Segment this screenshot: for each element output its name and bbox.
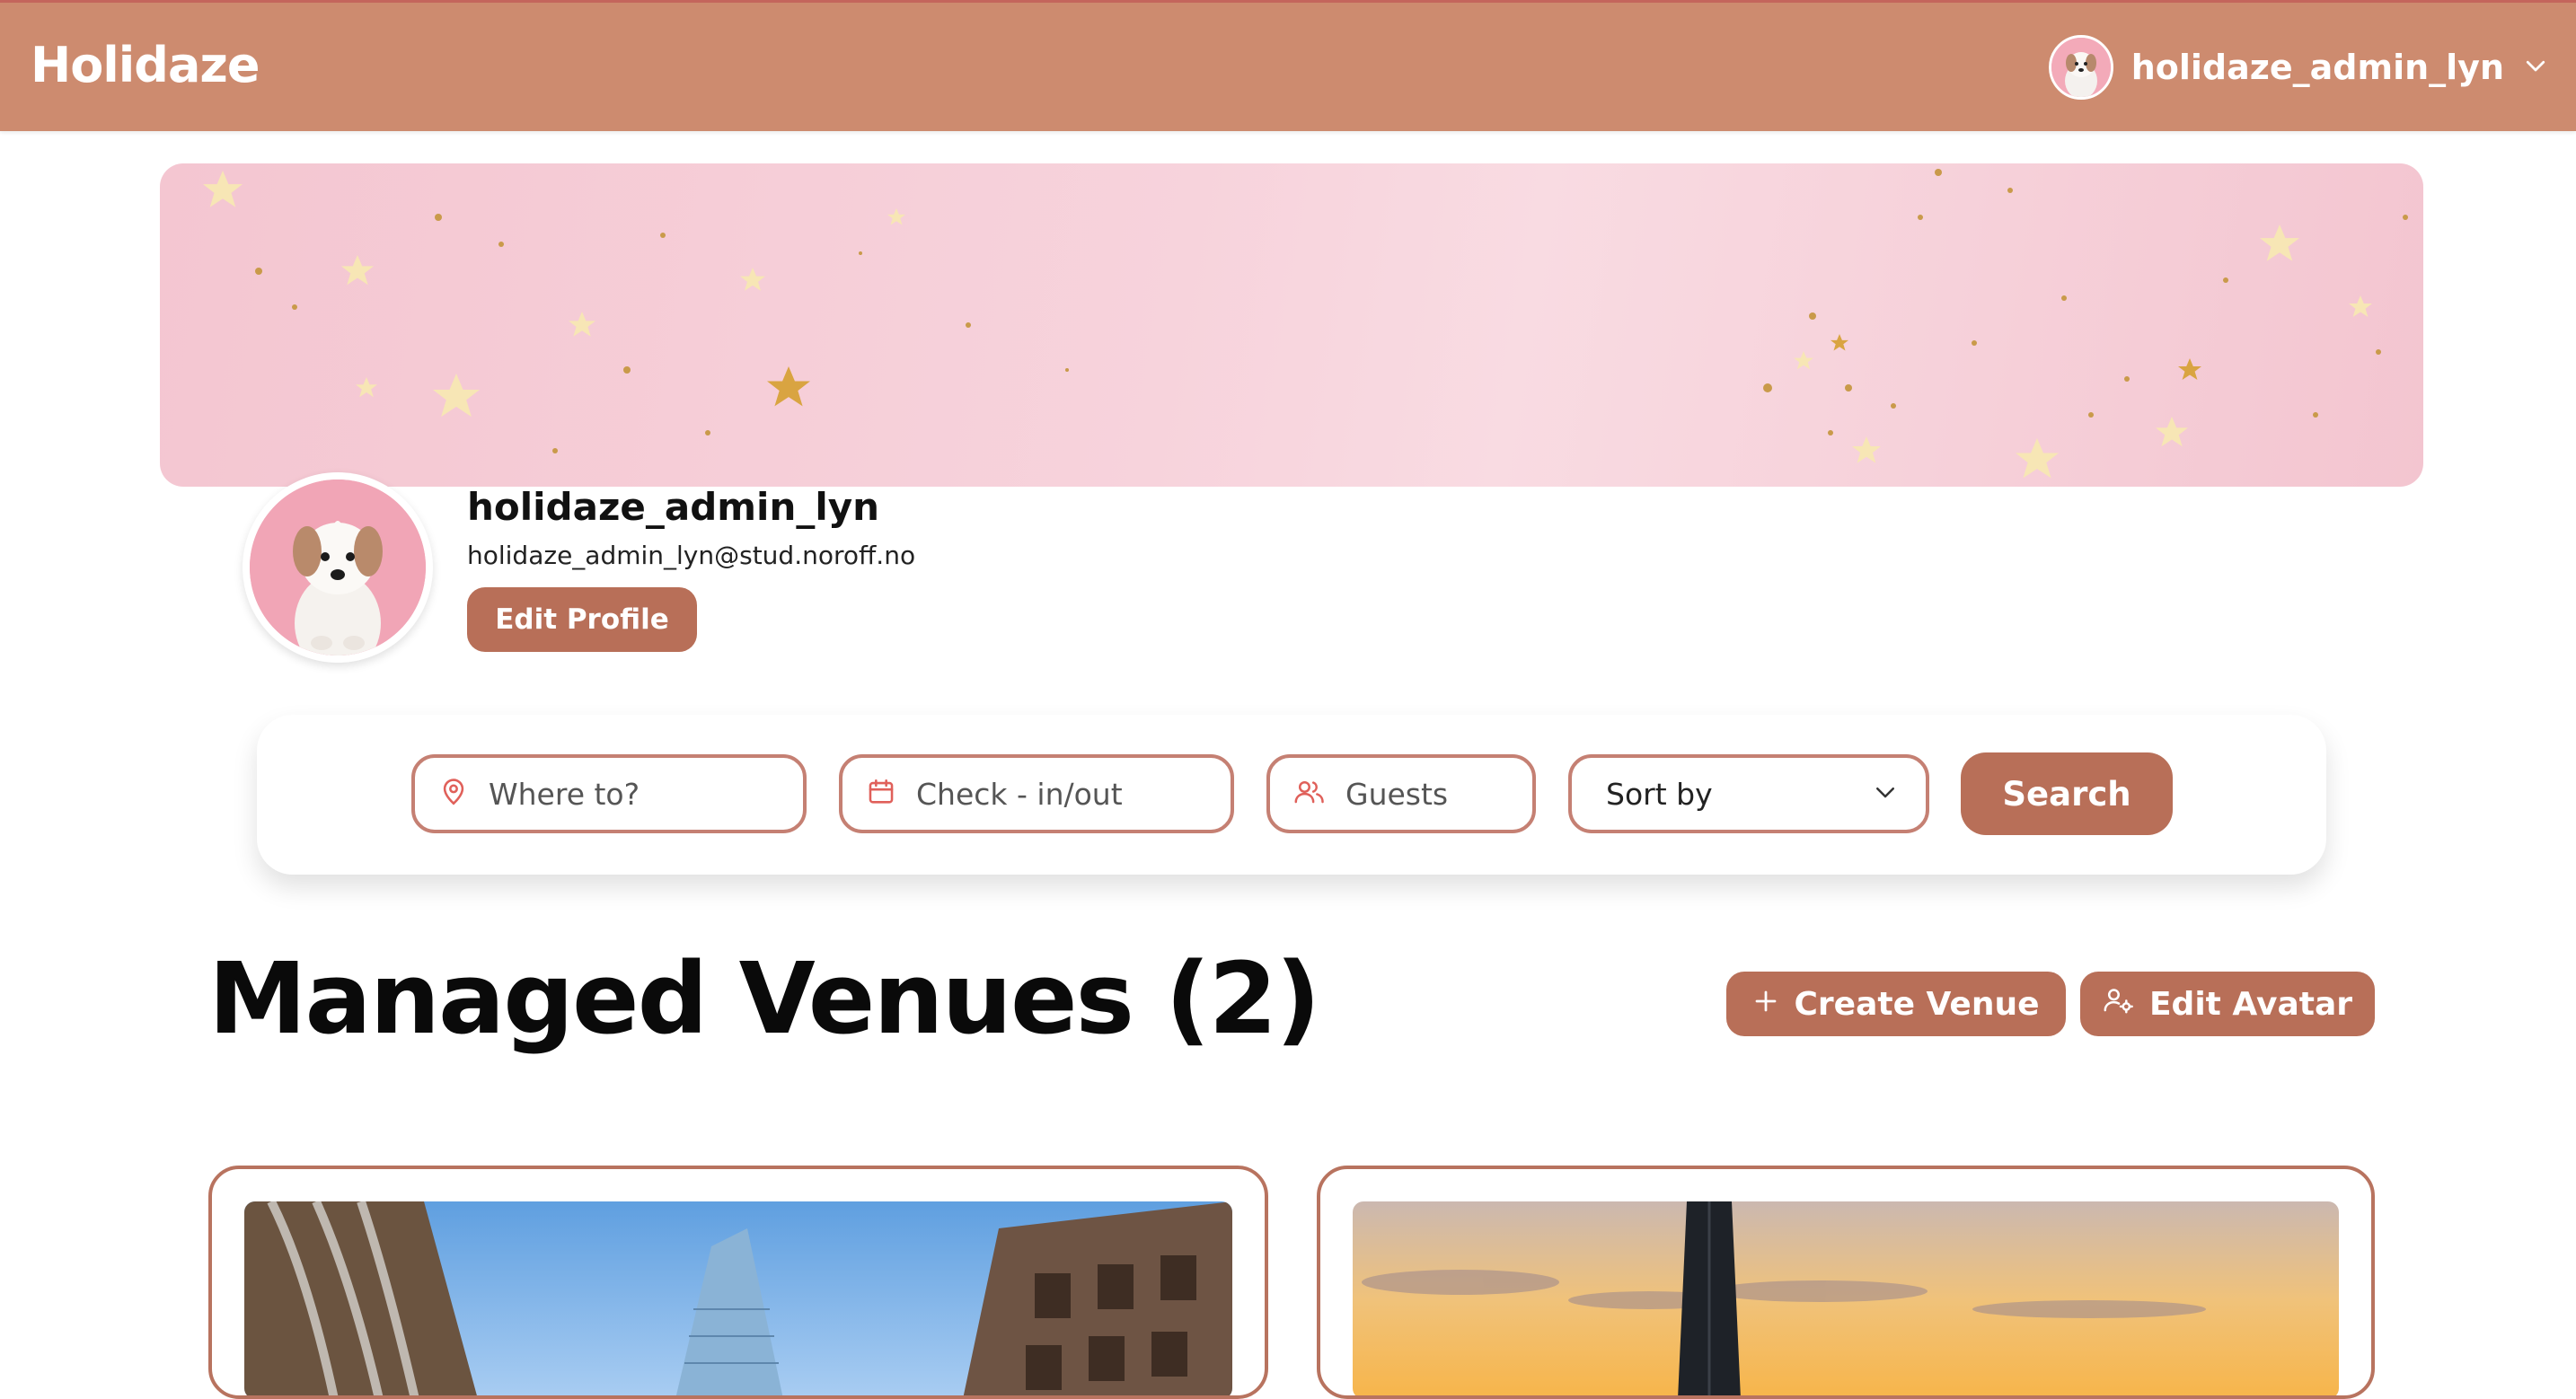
edit-avatar-label[interactable]: Edit Avatar	[2149, 986, 2352, 1023]
top-navbar: Holidaze holidaze_admin_lyn	[0, 0, 2576, 131]
search-button[interactable]: Search	[1961, 752, 2173, 835]
venue-image[interactable]	[1353, 1201, 2339, 1395]
venue-card[interactable]	[208, 1166, 1268, 1399]
profile-name: holidaze_admin_lyn	[467, 485, 880, 529]
guests-field[interactable]: Guests	[1266, 754, 1536, 833]
calendar-icon	[866, 777, 896, 811]
profile-email: holidaze_admin_lyn@stud.noroff.no	[467, 541, 916, 570]
sort-by-select[interactable]: Sort by	[1568, 754, 1929, 833]
managed-venues-heading: Managed Venues (2)	[208, 941, 1320, 1056]
location-pin-icon	[438, 777, 469, 811]
chevron-down-icon[interactable]	[1872, 779, 1899, 809]
profile-banner	[160, 163, 2423, 487]
chevron-down-icon[interactable]	[2522, 52, 2549, 83]
create-venue-button[interactable]: Create Venue	[1726, 972, 2066, 1036]
users-icon	[1293, 777, 1326, 811]
user-cog-icon	[2103, 984, 2135, 1025]
nav-avatar[interactable]	[2048, 35, 2113, 100]
venue-card[interactable]	[1317, 1166, 2375, 1399]
create-venue-label[interactable]: Create Venue	[1794, 986, 2039, 1023]
guests-input[interactable]: Guests	[1345, 777, 1448, 812]
stars-decoration	[203, 169, 2408, 479]
nav-username[interactable]: holidaze_admin_lyn	[2131, 48, 2504, 87]
brand-logo[interactable]: Holidaze	[31, 37, 260, 93]
user-menu[interactable]: holidaze_admin_lyn	[2048, 33, 2549, 101]
where-to-field[interactable]: Where to?	[411, 754, 807, 833]
where-to-input[interactable]: Where to?	[489, 777, 640, 812]
dates-field[interactable]: Check - in/out	[839, 754, 1234, 833]
edit-profile-button[interactable]: Edit Profile	[467, 587, 697, 652]
edit-avatar-button[interactable]: Edit Avatar	[2080, 972, 2375, 1036]
sort-by-value[interactable]: Sort by	[1595, 777, 1713, 812]
profile-avatar	[243, 472, 433, 663]
search-bar: Where to? Check - in/out Guests Sort by …	[257, 715, 2326, 875]
plus-icon	[1752, 986, 1779, 1023]
dog-avatar-image	[250, 480, 426, 656]
venue-image[interactable]	[244, 1201, 1232, 1395]
dates-input[interactable]: Check - in/out	[916, 777, 1123, 812]
